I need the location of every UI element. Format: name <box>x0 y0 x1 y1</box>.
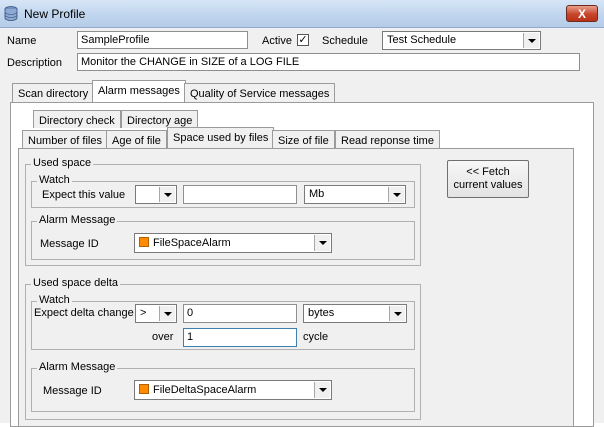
tab-directory-age[interactable]: Directory age <box>121 110 199 128</box>
description-input[interactable]: Monitor the CHANGE in SIZE of a LOG FILE <box>77 53 580 71</box>
schedule-label: Schedule <box>322 35 368 47</box>
used-space-title: Used space <box>31 157 94 169</box>
tab-scan-directory[interactable]: Scan directory <box>12 83 95 102</box>
used-space-unit-select[interactable]: Mb <box>304 185 406 204</box>
database-icon <box>4 6 18 21</box>
name-label: Name <box>7 35 37 47</box>
chevron-down-icon[interactable] <box>159 306 175 321</box>
tab-age-of-file[interactable]: Age of file <box>106 130 167 148</box>
tab-quality-of-service[interactable]: Quality of Service messages <box>184 83 336 102</box>
title-bar[interactable]: New Profile X <box>0 0 604 28</box>
used-space-operator-select[interactable] <box>135 185 177 204</box>
delta-alarm-title: Alarm Message <box>37 361 118 373</box>
used-space-watch-title: Watch <box>37 174 72 186</box>
over-label: over <box>152 331 174 343</box>
schedule-select[interactable]: Test Schedule <box>382 31 541 50</box>
used-space-alarm-title: Alarm Message <box>37 214 118 226</box>
over-cycles-input[interactable]: 1 <box>183 328 297 347</box>
tab-alarm-messages[interactable]: Alarm messages <box>92 80 186 104</box>
chevron-down-icon[interactable] <box>523 33 539 48</box>
delta-unit-select[interactable]: bytes <box>303 304 407 323</box>
description-label: Description <box>7 57 63 69</box>
used-space-unit-value: Mb <box>309 188 325 200</box>
delta-watch-title: Watch <box>37 294 72 306</box>
delta-message-select[interactable]: FileDeltaSpaceAlarm <box>134 380 332 400</box>
expect-value-label: Expect this value <box>42 189 126 201</box>
fetch-button-line1: << Fetch <box>466 166 510 178</box>
chevron-down-icon[interactable] <box>389 306 405 321</box>
delta-message-id-label: Message ID <box>43 385 102 397</box>
tab-space-used-by-files[interactable]: Space used by files <box>167 127 275 149</box>
chevron-down-icon[interactable] <box>159 187 175 202</box>
chevron-down-icon[interactable] <box>314 235 330 251</box>
fetch-button-line2: current values <box>453 179 523 191</box>
used-space-value-input[interactable] <box>183 185 297 204</box>
active-label: Active <box>262 35 292 47</box>
close-button[interactable]: X <box>566 5 598 22</box>
used-space-delta-title: Used space delta <box>31 277 120 289</box>
tab-size-of-file[interactable]: Size of file <box>272 130 335 148</box>
chevron-down-icon[interactable] <box>314 382 330 398</box>
name-input[interactable]: SampleProfile <box>77 31 248 49</box>
active-checkbox[interactable]: ✓ <box>297 34 309 46</box>
cycle-label: cycle <box>303 331 329 343</box>
message-id-label: Message ID <box>40 238 99 250</box>
window-title: New Profile <box>24 7 86 21</box>
tab-number-of-files[interactable]: Number of files <box>22 130 108 148</box>
close-icon: X <box>577 7 586 21</box>
delta-operator-value: > <box>140 307 147 319</box>
schedule-value: Test Schedule <box>387 34 457 46</box>
delta-value-input[interactable]: 0 <box>183 304 297 323</box>
delta-operator-select[interactable]: > <box>135 304 177 323</box>
tab-read-response-time[interactable]: Read reponse time <box>335 130 440 148</box>
message-icon <box>139 384 149 394</box>
expect-delta-label: Expect delta change <box>34 307 134 319</box>
fetch-current-values-button[interactable]: << Fetch current values <box>447 160 529 198</box>
delta-message-value: FileDeltaSpaceAlarm <box>153 384 257 396</box>
used-space-message-select[interactable]: FileSpaceAlarm <box>134 233 332 253</box>
used-space-message-value: FileSpaceAlarm <box>153 237 231 249</box>
tab-directory-check[interactable]: Directory check <box>33 110 121 128</box>
chevron-down-icon[interactable] <box>388 187 404 202</box>
delta-unit-value: bytes <box>308 307 335 319</box>
message-icon <box>139 237 149 247</box>
